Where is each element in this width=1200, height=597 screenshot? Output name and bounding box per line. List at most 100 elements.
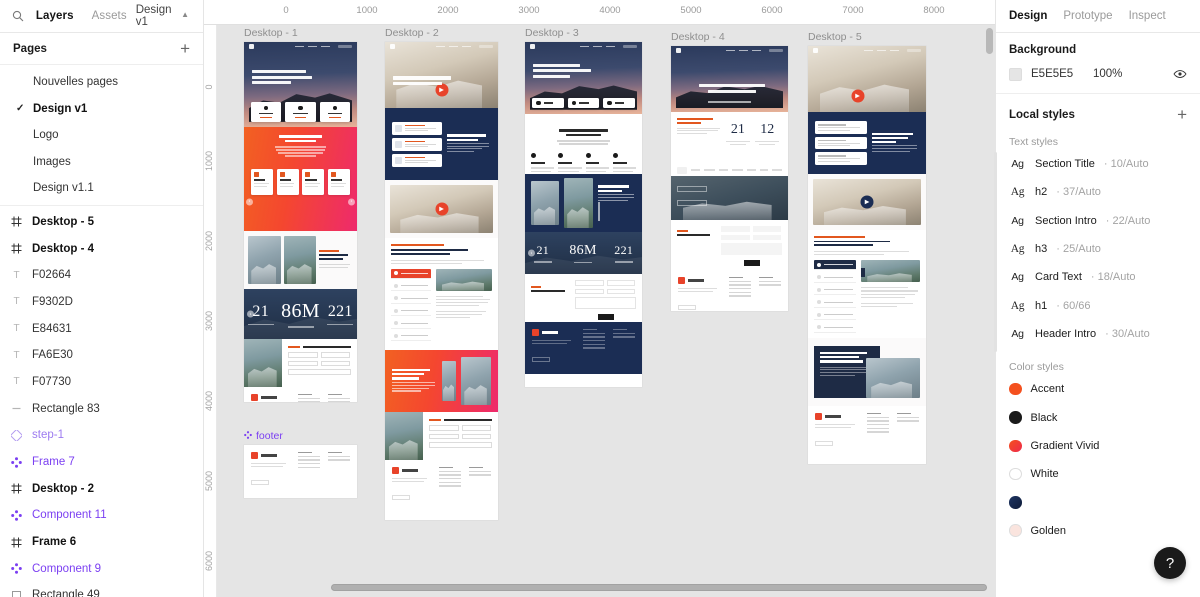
accordion-row[interactable] [814, 285, 857, 296]
form-input[interactable] [575, 288, 604, 294]
right-panel-scrollbar[interactable] [994, 152, 997, 352]
text-style-section-intro[interactable]: Ag Section Intro · 22/Auto [996, 207, 1200, 235]
page-item-images[interactable]: Images [0, 149, 203, 176]
layer-item-frame-6[interactable]: Frame 6 [0, 529, 203, 556]
frame-thumbnail-desktop-2[interactable]: ▶ ▶ [385, 42, 498, 520]
form-submit-button[interactable] [743, 260, 760, 266]
text-style-card-text[interactable]: Ag Card Text · 18/Auto [996, 263, 1200, 291]
layer-item-desktop-4[interactable]: Desktop - 4 [0, 235, 203, 262]
accordion-row[interactable] [814, 260, 857, 271]
form-submit-button[interactable] [597, 314, 614, 320]
layer-item-f9302d[interactable]: T F9302D [0, 289, 203, 316]
layer-item-rectangle-49[interactable]: Rectangle 49 [0, 582, 203, 597]
frame-desktop-5[interactable]: Desktop - 5 ▶ ▶ [808, 31, 926, 464]
tab-inspect[interactable]: Inspect [1122, 10, 1173, 22]
form-input[interactable] [320, 360, 350, 367]
form-input[interactable] [461, 425, 491, 431]
form-input[interactable] [429, 442, 492, 448]
layer-item-frame-7[interactable]: Frame 7 [0, 449, 203, 476]
color-style-blue-gradient[interactable] [996, 488, 1200, 516]
frame-label[interactable]: Desktop - 4 [671, 31, 788, 43]
accordion-row[interactable] [814, 273, 857, 283]
cta-button[interactable] [597, 201, 600, 221]
page-item-nouvelles-pages[interactable]: Nouvelles pages [0, 69, 203, 96]
accordion-row[interactable] [391, 319, 432, 329]
frame-desktop-1[interactable]: Desktop - 1 ‹ › ‹ 21 86M 221 [244, 27, 357, 402]
layer-item-f02664[interactable]: T F02664 [0, 262, 203, 289]
frame-thumbnail-desktop-1[interactable]: ‹ › ‹ 21 86M 221 [244, 42, 357, 402]
frame-label[interactable]: Desktop - 5 [808, 31, 926, 43]
layer-item-fa6e30[interactable]: T FA6E30 [0, 342, 203, 369]
accordion-row[interactable] [391, 281, 432, 292]
accordion-row[interactable] [814, 310, 857, 321]
frame-thumbnail-desktop-3[interactable]: ‹ 21 86M 221 [525, 42, 642, 387]
form-input[interactable] [429, 425, 459, 431]
form-input[interactable] [752, 226, 781, 232]
frame-label[interactable]: Desktop - 1 [244, 27, 357, 39]
layer-item-component-9[interactable]: Component 9 [0, 555, 203, 582]
gallery-tab[interactable] [677, 186, 707, 192]
text-style-h3[interactable]: Ag h3 · 25/Auto [996, 235, 1200, 263]
page-item-design-v1[interactable]: ✓ Design v1 [0, 96, 203, 123]
layer-item-e84631[interactable]: T E84631 [0, 315, 203, 342]
form-textarea[interactable] [721, 243, 782, 255]
canvas-horizontal-scrollbar[interactable] [331, 584, 987, 591]
accordion-row[interactable] [391, 268, 432, 279]
layer-item-desktop-5[interactable]: Desktop - 5 [0, 209, 203, 236]
add-page-button[interactable]: + [180, 40, 190, 57]
color-style-accent[interactable]: Accent [996, 375, 1200, 403]
accordion-row[interactable] [391, 331, 432, 342]
component-label[interactable]: footer [244, 430, 357, 442]
form-input[interactable] [752, 234, 781, 240]
color-style-golden[interactable]: Golden [996, 517, 1200, 545]
form-input[interactable] [429, 433, 459, 440]
frame-label[interactable]: Desktop - 3 [525, 27, 642, 39]
form-input[interactable] [721, 226, 750, 232]
frame-thumbnail-desktop-4[interactable]: 21 12 [671, 46, 788, 311]
form-textarea[interactable] [575, 297, 636, 309]
frame-desktop-2[interactable]: Desktop - 2 ▶ ▶ [385, 27, 498, 520]
accordion-row[interactable] [814, 298, 857, 308]
frame-desktop-4[interactable]: Desktop - 4 21 12 [671, 31, 788, 311]
page-item-logo[interactable]: Logo [0, 122, 203, 149]
canvas-viewport[interactable]: Desktop - 1 ‹ › ‹ 21 86M 221 footer Desk… [217, 25, 995, 597]
help-button[interactable]: ? [1154, 547, 1186, 579]
search-icon[interactable] [10, 10, 27, 22]
form-input[interactable] [575, 280, 604, 286]
text-style-h2[interactable]: Ag h2 · 37/Auto [996, 178, 1200, 206]
color-style-black[interactable]: Black [996, 403, 1200, 431]
tab-layers[interactable]: Layers [27, 10, 83, 22]
form-input[interactable] [320, 352, 350, 358]
text-style-h1[interactable]: Ag h1 · 60/66 [996, 291, 1200, 319]
add-style-button[interactable]: + [1177, 106, 1187, 123]
gallery-tab[interactable] [677, 200, 707, 206]
form-input[interactable] [461, 433, 491, 440]
play-button-icon[interactable]: ▶ [851, 89, 865, 102]
page-item-design-v11[interactable]: Design v1.1 [0, 175, 203, 202]
tab-assets[interactable]: Assets [83, 10, 136, 22]
accordion-row[interactable] [814, 323, 857, 333]
frame-footer-component[interactable]: footer [244, 430, 357, 498]
tab-prototype[interactable]: Prototype [1056, 10, 1119, 22]
form-input[interactable] [288, 352, 318, 358]
text-style-section-title[interactable]: Ag Section Title · 10/Auto [996, 150, 1200, 178]
layer-item-desktop-2[interactable]: Desktop - 2 [0, 475, 203, 502]
frame-label[interactable]: Desktop - 2 [385, 27, 498, 39]
color-style-gradient-vivid[interactable]: Gradient Vivid [996, 432, 1200, 460]
form-input[interactable] [606, 288, 635, 294]
eye-icon[interactable] [1173, 67, 1187, 81]
form-input[interactable] [288, 369, 351, 375]
carousel-next-icon[interactable]: › [348, 198, 355, 206]
play-button-icon[interactable]: ▶ [860, 195, 874, 209]
canvas-vertical-scrollbar[interactable] [986, 28, 993, 54]
layer-item-rectangle-83[interactable]: Rectangle 83 [0, 395, 203, 422]
text-style-header-intro[interactable]: Ag Header Intro · 30/Auto [996, 320, 1200, 348]
layer-item-component-11[interactable]: Component 11 [0, 502, 203, 529]
background-opacity-value[interactable]: 100% [1093, 68, 1122, 80]
layer-item-f07730[interactable]: T F07730 [0, 369, 203, 396]
carousel-prev-icon[interactable]: ‹ [246, 198, 253, 206]
frame-desktop-3[interactable]: Desktop - 3 ‹ 21 86M 221 [525, 27, 642, 387]
footer-thumbnail[interactable] [244, 445, 357, 498]
color-style-white[interactable]: White [996, 460, 1200, 488]
layer-item-step-1[interactable]: step-1 [0, 422, 203, 449]
